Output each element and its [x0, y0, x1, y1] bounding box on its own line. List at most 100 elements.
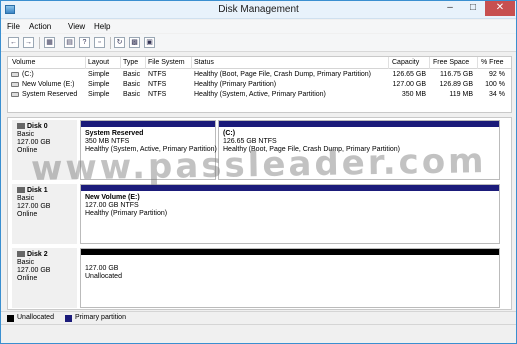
back-arrow-icon[interactable]: ←	[8, 37, 19, 48]
close-button[interactable]: ✕	[485, 1, 515, 16]
column-status[interactable]: Status	[194, 59, 214, 66]
volume-percent-free: 34 %	[489, 91, 505, 98]
volume-row[interactable]: System Reserved Simple Basic NTFS Health…	[8, 90, 511, 100]
column-percent-free[interactable]: % Free	[481, 59, 504, 66]
volume-name: System Reserved	[22, 91, 78, 98]
disk-state: Online	[17, 275, 38, 282]
toolbar-separator	[110, 37, 111, 49]
forward-arrow-icon[interactable]: →	[23, 37, 34, 48]
minimize-button[interactable]: –	[439, 1, 461, 16]
volume-percent-free: 100 %	[485, 81, 505, 88]
volume-layout: Simple	[88, 91, 110, 98]
partition-size: 127.00 GB	[85, 265, 119, 272]
volume-file-system: NTFS	[148, 81, 167, 88]
column-free-space[interactable]: Free Space	[433, 59, 469, 66]
column-divider[interactable]	[388, 57, 389, 69]
column-divider[interactable]	[191, 57, 192, 69]
volume-name: New Volume (E:)	[22, 81, 75, 88]
volume-list: Volume Layout Type File System Status Ca…	[7, 56, 512, 113]
disk-size: 127.00 GB	[17, 139, 51, 146]
drive-icon	[11, 92, 19, 97]
volume-layout: Simple	[88, 81, 110, 88]
column-capacity[interactable]: Capacity	[392, 59, 419, 66]
drive-icon	[11, 72, 19, 77]
volume-free-space: 126.89 GB	[439, 81, 473, 88]
column-divider[interactable]	[477, 57, 478, 69]
column-divider[interactable]	[145, 57, 146, 69]
volume-status: Healthy (System, Active, Primary Partiti…	[194, 91, 326, 98]
disk-2-partitions: 127.00 GB Unallocated	[80, 248, 510, 308]
primary-partition-swatch	[65, 315, 72, 322]
volume-capacity: 350 MB	[401, 91, 426, 98]
volume-free-space: 116.75 GB	[440, 71, 473, 78]
menu-bar: File Action View Help	[1, 20, 516, 33]
disk-icon	[17, 251, 25, 258]
partition-size: 127.00 GB NTFS	[85, 202, 139, 209]
column-divider[interactable]	[85, 57, 86, 69]
disk-type: Basic	[17, 259, 35, 266]
disk-size: 127.00 GB	[17, 267, 51, 274]
volume-percent-free: 92 %	[489, 71, 505, 78]
primary-partition-bar	[81, 121, 215, 127]
partition-new-volume-e[interactable]: New Volume (E:) 127.00 GB NTFS Healthy (…	[80, 184, 500, 244]
volume-capacity: 127.00 GB	[392, 81, 426, 88]
volume-layout: Simple	[88, 71, 110, 78]
column-type[interactable]: Type	[123, 59, 138, 66]
status-bar	[1, 324, 516, 343]
menu-file[interactable]: File	[7, 22, 20, 31]
disk-type: Basic	[17, 195, 35, 202]
legend-primary-partition: Primary partition	[75, 314, 126, 321]
volume-type: Basic	[123, 71, 141, 78]
toolbar: ← → ▦ ▤ ? ▫ ↻ ▩ ▣	[1, 34, 516, 52]
partition-title: New Volume (E:)	[85, 194, 140, 201]
column-file-system[interactable]: File System	[148, 59, 185, 66]
disk-view-icon[interactable]: ▫	[94, 37, 105, 48]
column-divider[interactable]	[429, 57, 430, 69]
disk-1-partitions: New Volume (E:) 127.00 GB NTFS Healthy (…	[80, 184, 510, 244]
column-divider[interactable]	[120, 57, 121, 69]
volume-free-space: 119 MB	[449, 91, 473, 98]
help-icon[interactable]: ?	[79, 37, 90, 48]
disk-1-label[interactable]: Disk 1 Basic 127.00 GB Online	[12, 184, 77, 244]
volume-row[interactable]: New Volume (E:) Simple Basic NTFS Health…	[8, 80, 511, 90]
volume-status: Healthy (Primary Partition)	[194, 81, 277, 88]
refresh-icon[interactable]: ↻	[114, 37, 125, 48]
disk-size: 127.00 GB	[17, 203, 51, 210]
legend-unallocated: Unallocated	[17, 314, 54, 321]
disk-icon	[17, 123, 25, 130]
partition-size: 350 MB NTFS	[85, 138, 130, 145]
toolbar-separator	[39, 37, 40, 49]
menu-help[interactable]: Help	[94, 22, 110, 31]
disk-management-window: Disk Management – □ ✕ File Action View H…	[0, 0, 517, 344]
disk-name: Disk 2	[27, 251, 48, 258]
disk-state: Online	[17, 211, 38, 218]
properties-icon[interactable]: ▤	[64, 37, 75, 48]
volume-file-system: NTFS	[148, 71, 167, 78]
partition-unallocated[interactable]: 127.00 GB Unallocated	[80, 248, 500, 308]
volume-capacity: 126.65 GB	[392, 71, 426, 78]
unallocated-swatch	[7, 315, 14, 322]
rescan-icon[interactable]: ▩	[129, 37, 140, 48]
title-bar: Disk Management – □ ✕	[1, 1, 516, 19]
settings-icon[interactable]: ▣	[144, 37, 155, 48]
legend: Unallocated Primary partition	[1, 311, 516, 323]
menu-view[interactable]: View	[68, 22, 85, 31]
maximize-button[interactable]: □	[462, 1, 484, 16]
volume-type: Basic	[123, 81, 141, 88]
volume-list-header: Volume Layout Type File System Status Ca…	[8, 57, 511, 69]
volume-type: Basic	[123, 91, 141, 98]
unallocated-bar	[81, 249, 499, 255]
column-layout[interactable]: Layout	[88, 59, 109, 66]
volume-name: (C:)	[22, 71, 34, 78]
menu-action[interactable]: Action	[29, 22, 51, 31]
partition-status: Unallocated	[85, 273, 122, 280]
disk-2-label[interactable]: Disk 2 Basic 127.00 GB Online	[12, 248, 77, 308]
volume-row[interactable]: (C:) Simple Basic NTFS Healthy (Boot, Pa…	[8, 70, 511, 80]
watermark: www.passleader.com	[30, 141, 487, 189]
primary-partition-bar	[219, 121, 499, 127]
partition-title: (C:)	[223, 130, 236, 137]
column-volume[interactable]: Volume	[12, 59, 35, 66]
volume-file-system: NTFS	[148, 91, 167, 98]
console-tree-icon[interactable]: ▦	[44, 37, 55, 48]
disk-name: Disk 0	[27, 123, 48, 130]
